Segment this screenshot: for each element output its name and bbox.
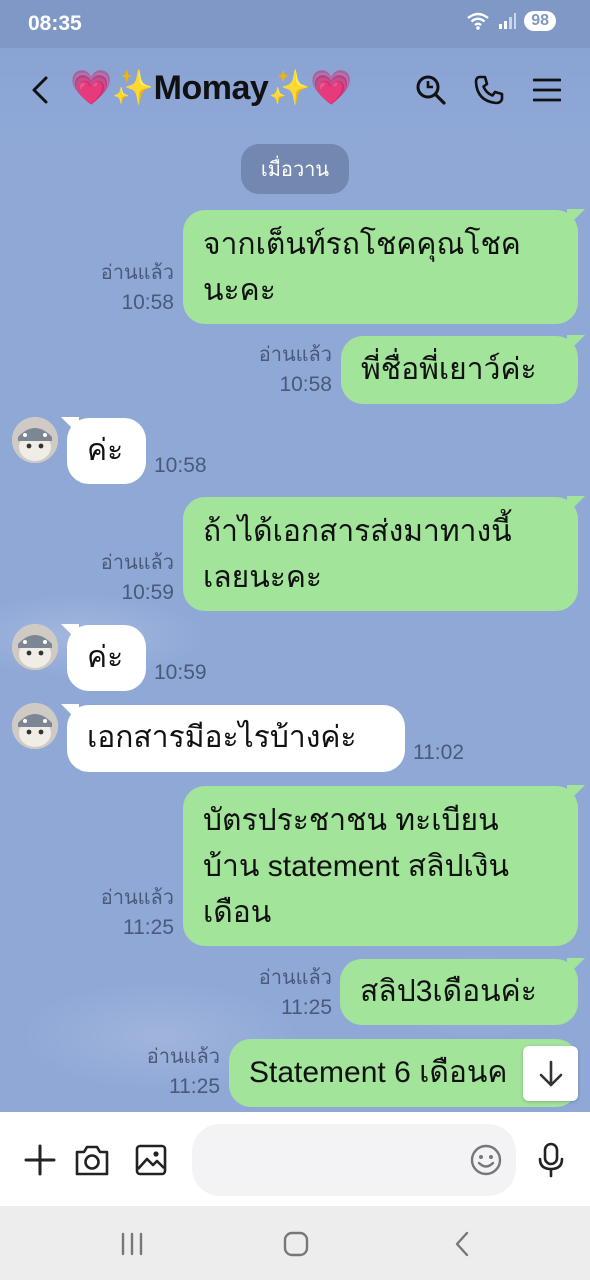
cat-avatar-icon bbox=[12, 703, 58, 749]
message-meta: อ่านแล้ว 11:25 bbox=[124, 1042, 220, 1102]
outgoing-message[interactable]: จากเต็นท์รถโชคคุณโชค นะคะ bbox=[183, 210, 578, 324]
message-time: 10:58 bbox=[154, 454, 207, 477]
message-time: 10:58 bbox=[121, 291, 174, 314]
arrow-down-icon bbox=[539, 1060, 562, 1086]
back-icon bbox=[32, 76, 48, 104]
menu-button[interactable] bbox=[527, 70, 567, 110]
signal-icon bbox=[499, 13, 517, 29]
call-button[interactable] bbox=[469, 70, 509, 110]
read-status: อ่านแล้ว bbox=[258, 344, 332, 366]
plus-icon bbox=[24, 1144, 56, 1176]
home-button[interactable] bbox=[276, 1224, 316, 1264]
back-button[interactable] bbox=[20, 70, 60, 110]
plus-button[interactable] bbox=[20, 1140, 60, 1180]
search-button[interactable] bbox=[411, 70, 451, 110]
incoming-message[interactable]: ค่ะ bbox=[67, 418, 146, 484]
image-icon bbox=[135, 1144, 167, 1176]
outgoing-message[interactable]: บัตรประชาชน ทะเบียน บ้าน statement สลิปเ… bbox=[183, 786, 578, 946]
home-icon bbox=[283, 1231, 309, 1257]
message-input-bar bbox=[0, 1112, 590, 1206]
message-meta: อ่านแล้ว 10:59 bbox=[80, 548, 174, 608]
battery-level: 98 bbox=[524, 11, 556, 31]
camera-button[interactable] bbox=[72, 1140, 112, 1180]
date-separator: เมื่อวาน bbox=[241, 144, 349, 194]
chat-title[interactable]: 💗✨Momay✨💗 bbox=[70, 68, 352, 108]
voice-button[interactable] bbox=[531, 1140, 571, 1180]
wifi-icon bbox=[467, 12, 489, 30]
system-back-button[interactable] bbox=[442, 1224, 482, 1264]
back-icon bbox=[455, 1231, 469, 1257]
status-time: 08:35 bbox=[28, 12, 82, 35]
read-status: อ่านแล้ว bbox=[100, 262, 174, 284]
avatar[interactable] bbox=[12, 417, 58, 463]
outgoing-message[interactable]: พี่ชื่อพี่เยาว์ค่ะ bbox=[341, 336, 578, 404]
read-status: อ่านแล้ว bbox=[100, 887, 174, 909]
status-bar: 08:35 98 bbox=[0, 0, 590, 48]
camera-icon bbox=[75, 1145, 109, 1176]
cat-avatar-icon bbox=[12, 624, 58, 670]
incoming-message[interactable]: ค่ะ bbox=[67, 625, 146, 691]
read-status: อ่านแล้ว bbox=[100, 552, 174, 574]
message-time: 10:59 bbox=[121, 581, 174, 604]
avatar[interactable] bbox=[12, 703, 58, 749]
phone-icon bbox=[474, 75, 504, 105]
chat-header: 💗✨Momay✨💗 bbox=[0, 48, 590, 136]
emoji-icon[interactable] bbox=[470, 1144, 502, 1176]
outgoing-message[interactable]: ถ้าได้เอกสารส่งมาทางนี้ เลยนะคะ bbox=[183, 497, 578, 611]
search-icon bbox=[416, 75, 446, 105]
message-meta: อ่านแล้ว 10:58 bbox=[240, 340, 332, 400]
read-status: อ่านแล้ว bbox=[258, 967, 332, 989]
recents-button[interactable] bbox=[112, 1224, 152, 1264]
message-time: 10:59 bbox=[154, 661, 207, 684]
chat-area[interactable]: เมื่อวาน อ่านแล้ว 10:58 จากเต็นท์รถโชคคุ… bbox=[0, 136, 590, 1112]
system-nav-bar bbox=[0, 1206, 590, 1280]
incoming-message[interactable]: เอกสารมีอะไรบ้างค่ะ bbox=[67, 705, 405, 772]
message-time: 11:25 bbox=[169, 1075, 220, 1098]
status-icons: 98 bbox=[466, 11, 556, 31]
recents-icon bbox=[121, 1232, 143, 1256]
mic-icon bbox=[538, 1142, 564, 1178]
message-meta: อ่านแล้ว 10:58 bbox=[80, 258, 174, 318]
outgoing-message[interactable]: สลิป3เดือนค่ะ bbox=[340, 959, 578, 1025]
message-time: 10:58 bbox=[279, 373, 332, 396]
message-time: 11:02 bbox=[413, 741, 464, 764]
message-meta: อ่านแล้ว 11:25 bbox=[80, 883, 174, 943]
message-time: 11:25 bbox=[281, 996, 332, 1019]
menu-icon bbox=[533, 78, 561, 102]
cat-avatar-icon bbox=[12, 417, 58, 463]
read-status: อ่านแล้ว bbox=[146, 1046, 220, 1068]
gallery-button[interactable] bbox=[131, 1140, 171, 1180]
message-input[interactable] bbox=[192, 1124, 516, 1196]
message-time: 11:25 bbox=[123, 916, 174, 939]
message-meta: อ่านแล้ว 11:25 bbox=[238, 963, 332, 1023]
avatar[interactable] bbox=[12, 624, 58, 670]
scroll-to-bottom-button[interactable] bbox=[523, 1046, 578, 1101]
